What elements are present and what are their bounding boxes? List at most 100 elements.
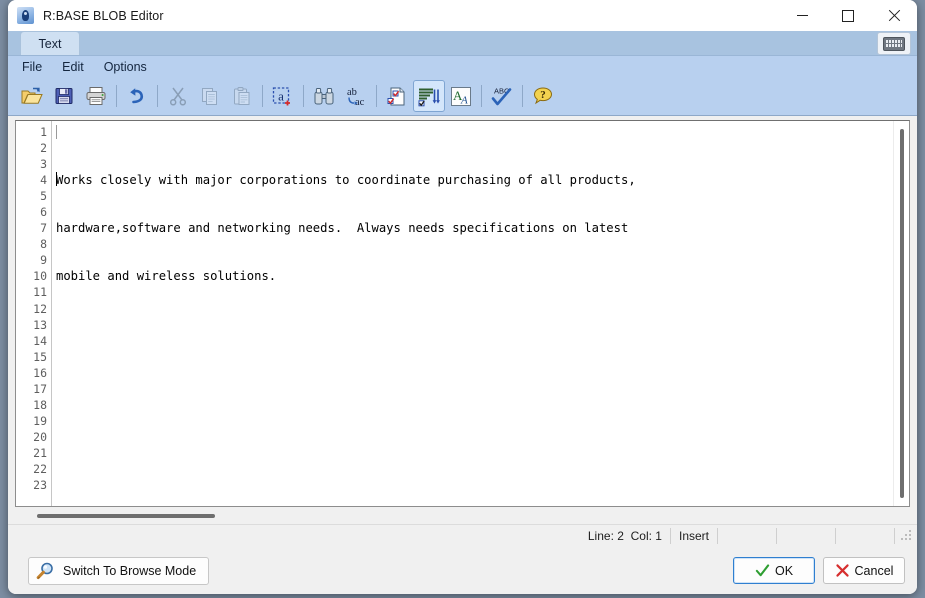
line-number: 13 — [33, 317, 47, 332]
col-value: 1 — [655, 529, 662, 543]
toolbar-separator — [481, 85, 482, 107]
ok-button-label: OK — [774, 563, 794, 578]
undo-button[interactable] — [121, 80, 153, 112]
line-number: 5 — [40, 189, 47, 204]
line-number: 4 — [40, 173, 47, 188]
line-number: 3 — [40, 157, 47, 172]
insert-mode-status: Insert — [671, 528, 718, 544]
binoculars-icon — [314, 88, 334, 105]
virtual-keyboard-button[interactable] — [877, 32, 911, 55]
save-floppy-icon — [55, 88, 73, 104]
find-button[interactable] — [308, 80, 340, 112]
screen: R:BASE BLOB Editor Text File Edit Option… — [0, 0, 925, 598]
line-number: 18 — [33, 397, 47, 412]
toolbar-separator — [262, 85, 263, 107]
bottom-bar: Switch To Browse Mode OK Cancel — [8, 547, 917, 594]
minimize-icon — [796, 15, 808, 16]
menu-options[interactable]: Options — [102, 59, 149, 75]
form-edit-button[interactable] — [381, 80, 413, 112]
ok-button[interactable]: OK — [733, 557, 815, 584]
menu-file[interactable]: File — [20, 59, 44, 75]
undo-arrow-icon — [130, 88, 144, 104]
col-label: Col: — [630, 529, 652, 543]
dialog-buttons: OK Cancel — [733, 557, 905, 584]
maximize-button[interactable] — [825, 0, 871, 31]
line-number: 16 — [33, 365, 47, 380]
spellcheck-button[interactable]: ABC — [486, 80, 518, 112]
cursor-position-status: Line: 2 Col: 1 — [580, 528, 671, 544]
line-number-gutter: 1 2 3 4 5 6 7 8 9 10 11 12 13 14 15 16 1 — [16, 121, 52, 506]
tab-text[interactable]: Text — [20, 31, 80, 55]
window-title: R:BASE BLOB Editor — [43, 8, 164, 23]
svg-text:A: A — [460, 94, 468, 106]
copy-button[interactable] — [194, 80, 226, 112]
select-all-a-icon: a — [272, 86, 290, 105]
magnifier-icon — [36, 562, 53, 579]
line-number: 19 — [33, 413, 47, 428]
rbase-app-icon — [17, 7, 34, 24]
text-line: mobile and wireless solutions. — [56, 269, 277, 284]
resize-grip-icon[interactable] — [899, 529, 913, 543]
toolbar-separator — [116, 85, 117, 107]
line-number: 8 — [40, 237, 47, 252]
close-button[interactable] — [871, 0, 917, 31]
vertical-scrollbar[interactable] — [893, 121, 909, 506]
font-button[interactable]: A A — [445, 80, 477, 112]
line-number: 6 — [40, 205, 47, 220]
status-cell-empty — [836, 528, 895, 544]
cancel-button[interactable]: Cancel — [823, 557, 905, 584]
toolbar: a ab ac A A ABC ? — [8, 77, 917, 116]
horizontal-scrollbar[interactable] — [15, 507, 910, 524]
toolbar-separator — [376, 85, 377, 107]
status-cell-empty — [718, 528, 777, 544]
scissors-icon — [169, 87, 187, 106]
abc-check-icon: ABC — [491, 87, 512, 106]
maximize-icon — [842, 9, 854, 22]
help-question-icon: ? — [533, 86, 553, 104]
line-number: 11 — [33, 285, 47, 300]
clipboard-icon — [234, 87, 250, 105]
text-editor[interactable]: 1 2 3 4 5 6 7 8 9 10 11 12 13 14 15 16 1 — [15, 120, 910, 507]
status-bar: Line: 2 Col: 1 Insert — [8, 524, 917, 547]
line-number: 2 — [40, 141, 47, 156]
replace-button[interactable]: ab ac — [340, 80, 372, 112]
line-number: 7 — [40, 221, 47, 236]
line-number: 22 — [33, 461, 47, 476]
save-button[interactable] — [48, 80, 80, 112]
select-all-button[interactable]: a — [267, 80, 299, 112]
line-number: 1 — [40, 125, 47, 139]
checkbox-page-icon — [387, 87, 405, 105]
svg-text:?: ? — [540, 89, 546, 101]
toolbar-separator — [303, 85, 304, 107]
paste-button[interactable] — [226, 80, 258, 112]
tab-text-label: Text — [38, 36, 62, 51]
word-wrap-button[interactable] — [413, 80, 445, 112]
font-aa-icon: A A — [451, 86, 471, 106]
cut-button[interactable] — [162, 80, 194, 112]
vertical-scrollbar-thumb[interactable] — [900, 129, 904, 498]
switch-to-browse-mode-button[interactable]: Switch To Browse Mode — [28, 556, 210, 585]
print-button[interactable] — [80, 80, 112, 112]
text-caret — [56, 172, 57, 186]
minimize-button[interactable] — [779, 0, 825, 31]
ab-ac-replace-icon: ab ac — [347, 87, 365, 107]
menu-edit[interactable]: Edit — [60, 59, 86, 75]
cancel-button-label: Cancel — [854, 563, 894, 578]
window-controls — [779, 0, 917, 31]
lines-sort-icon — [418, 88, 440, 106]
text-line: Works closely with major corporations to… — [56, 173, 636, 188]
text-content-area[interactable]: Works closely with major corporations to… — [52, 121, 909, 506]
line-number: 14 — [33, 333, 47, 348]
line-number: 12 — [33, 301, 47, 316]
line-number: 17 — [33, 381, 47, 396]
printer-icon — [86, 87, 106, 105]
horizontal-scrollbar-thumb[interactable] — [37, 514, 215, 518]
open-button[interactable] — [16, 80, 48, 112]
line-value: 2 — [617, 529, 624, 543]
help-button[interactable]: ? — [527, 80, 559, 112]
title-bar: R:BASE BLOB Editor — [8, 0, 917, 31]
toolbar-separator — [522, 85, 523, 107]
close-icon — [888, 10, 900, 22]
svg-text:a: a — [278, 88, 284, 103]
keyboard-icon — [883, 36, 905, 51]
